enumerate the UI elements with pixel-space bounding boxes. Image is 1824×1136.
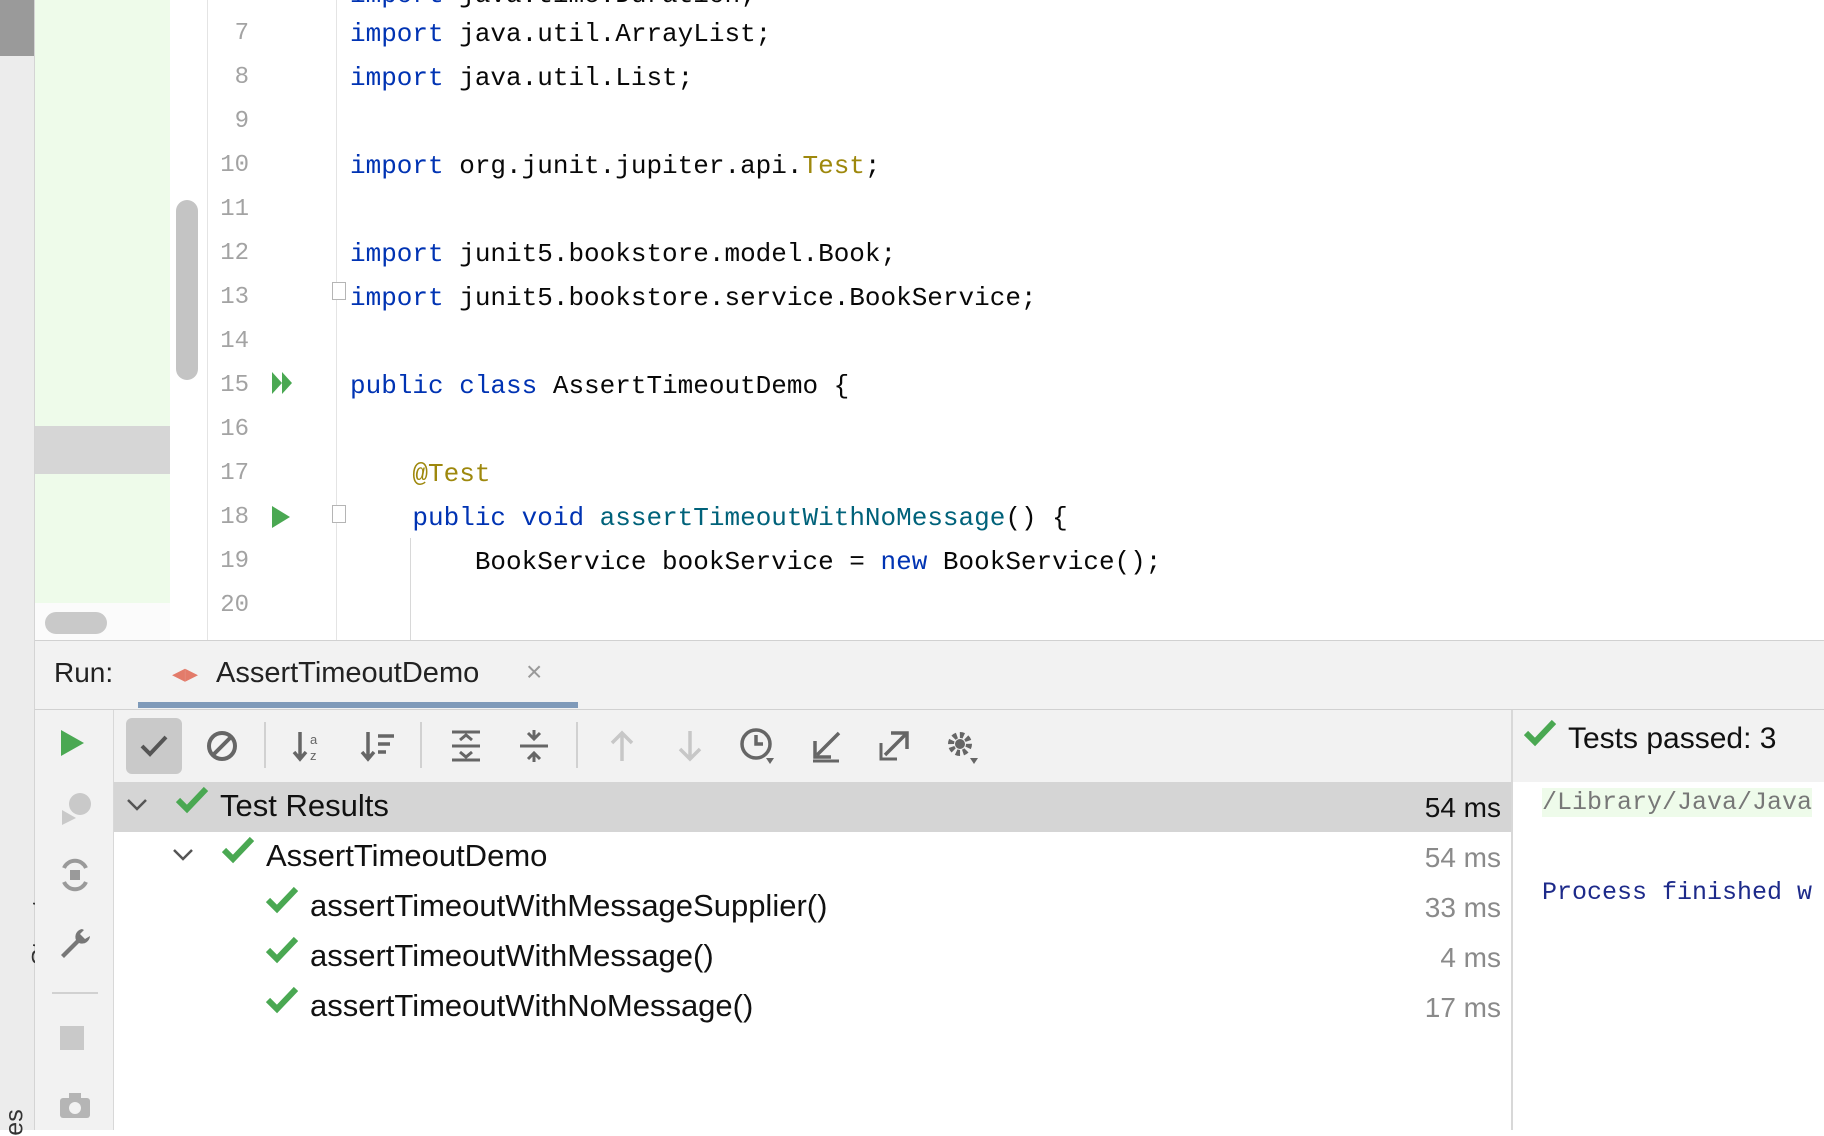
line-number: 16 [220, 416, 249, 443]
previous-failed-test-icon[interactable] [594, 718, 650, 774]
toolbar-separator [576, 722, 578, 768]
fold-marker-icon[interactable] [332, 505, 346, 523]
line-number: 13 [220, 284, 249, 311]
next-failed-test-icon[interactable] [662, 718, 718, 774]
project-tree-highlight [35, 0, 170, 603]
console-output[interactable] [1513, 782, 1824, 1130]
wrench-icon[interactable] [58, 926, 92, 968]
line-number: 12 [220, 240, 249, 267]
toolbar-separator [264, 722, 266, 768]
code-line: import junit5.bookstore.service.BookServ… [350, 283, 1037, 313]
test-history-icon[interactable] [730, 718, 786, 774]
line-number: 7 [234, 20, 249, 47]
test-results-time: 54 ms [1424, 792, 1501, 823]
code-line: import java.time.Duration; [350, 0, 756, 10]
active-tab-indicator [138, 702, 578, 708]
chevron-down-icon[interactable] [172, 842, 194, 868]
run-label: Run: [54, 657, 114, 688]
fold-marker-icon[interactable] [332, 282, 346, 300]
editor-gutter [207, 0, 337, 640]
bottom-tool-tab[interactable]: es [1, 1109, 30, 1135]
passed-check-icon [221, 836, 255, 872]
run-side-toolbar [35, 710, 114, 1130]
test-method-label[interactable]: assertTimeoutWithMessageSupplier() [310, 888, 827, 924]
line-number: 19 [220, 548, 249, 575]
svg-text:a: a [310, 732, 318, 747]
line-number: 17 [220, 460, 249, 487]
test-method-time: 33 ms [1424, 892, 1501, 923]
code-line: public void assertTimeoutWithNoMessage()… [412, 503, 1068, 533]
code-line: @Test [412, 459, 491, 489]
test-class-label[interactable]: AssertTimeoutDemo [266, 838, 547, 874]
code-line: public class AssertTimeoutDemo { [350, 371, 850, 401]
line-number: 14 [220, 328, 249, 355]
line-number: 18 [220, 504, 249, 531]
code-line: BookService bookService = new BookServic… [350, 547, 1162, 577]
show-ignored-icon[interactable] [194, 718, 250, 774]
passed-check-icon [265, 986, 299, 1022]
sort-by-duration-icon[interactable] [350, 718, 406, 774]
indent-guide [410, 538, 411, 640]
test-config-icon: ◂▸ [172, 658, 199, 688]
show-passed-check-icon[interactable] [126, 718, 182, 774]
line-number: 8 [234, 64, 249, 91]
test-method-label[interactable]: assertTimeoutWithNoMessage() [310, 988, 753, 1024]
run-test-icon[interactable] [270, 504, 292, 537]
line-number: 15 [220, 372, 249, 399]
test-class-time: 54 ms [1424, 842, 1501, 873]
vertical-scrollbar[interactable] [176, 200, 198, 380]
code-line: import org.junit.jupiter.api.Test; [350, 151, 881, 181]
toggle-auto-test-icon[interactable] [58, 858, 92, 900]
import-tests-icon[interactable] [798, 718, 854, 774]
test-method-time: 17 ms [1424, 992, 1501, 1023]
passed-check-icon [265, 936, 299, 972]
tests-passed-status: Tests passed: 3 [1568, 722, 1777, 755]
code-line: import java.util.List; [350, 63, 694, 93]
code-line: import java.util.ArrayList; [350, 19, 772, 49]
rerun-failed-icon[interactable] [58, 790, 94, 834]
project-folder-icon[interactable] [0, 0, 34, 56]
toolbar-separator [420, 722, 422, 768]
test-method-label[interactable]: assertTimeoutWithMessage() [310, 938, 714, 974]
svg-text:z: z [310, 748, 317, 763]
run-tab-label[interactable]: AssertTimeoutDemo [216, 657, 479, 690]
console-line: Process finished w [1542, 878, 1813, 907]
code-line: import junit5.bookstore.model.Book; [350, 239, 897, 269]
line-number: 20 [220, 592, 249, 619]
passed-check-icon [265, 886, 299, 922]
close-icon[interactable]: × [526, 656, 542, 688]
passed-check-icon [1523, 718, 1557, 755]
console-line: /Library/Java/Java [1542, 788, 1813, 817]
passed-check-icon [175, 786, 209, 822]
run-class-icon[interactable] [270, 370, 296, 403]
export-tests-icon[interactable] [866, 718, 922, 774]
line-number: 9 [234, 108, 249, 135]
stop-icon[interactable] [58, 1024, 86, 1060]
collapse-all-icon[interactable] [506, 718, 562, 774]
sort-alphabetically-icon[interactable]: az [282, 718, 338, 774]
expand-all-icon[interactable] [438, 718, 494, 774]
line-number: 10 [220, 152, 249, 179]
line-number: 11 [220, 196, 249, 223]
project-tree-selected-row[interactable] [35, 426, 170, 474]
horizontal-scrollbar[interactable] [45, 612, 107, 634]
side-toolbar-separator [52, 992, 98, 994]
test-method-time: 4 ms [1440, 942, 1501, 973]
settings-gear-icon[interactable] [934, 718, 990, 774]
camera-icon[interactable] [58, 1090, 92, 1128]
test-results-label: Test Results [220, 788, 389, 823]
rerun-icon[interactable] [58, 728, 86, 766]
chevron-down-icon[interactable] [126, 792, 148, 818]
